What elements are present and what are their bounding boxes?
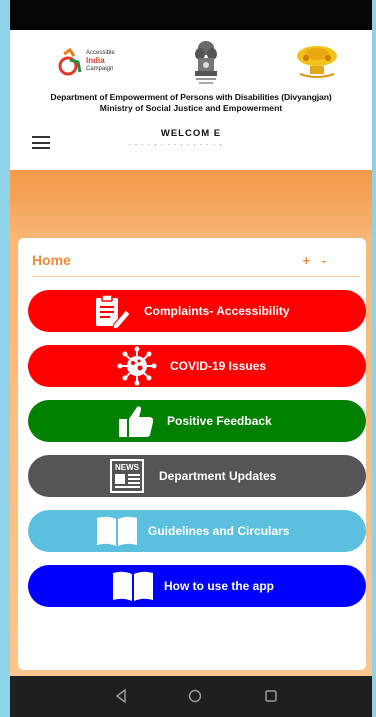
complaints-accessibility-button[interactable]: Complaints- Accessibility [28, 290, 366, 332]
svg-text:NEWS: NEWS [115, 463, 140, 472]
open-book-icon [110, 568, 156, 604]
national-emblem-logo [195, 41, 217, 84]
zoom-in-button[interactable]: + [302, 253, 310, 268]
how-to-use-app-button[interactable]: How to use the app [28, 565, 366, 607]
svg-text:India: India [86, 56, 105, 65]
accessible-india-campaign-logo: Accessible India Campaign [58, 47, 115, 76]
button-label: Complaints- Accessibility [144, 304, 290, 318]
department-name: Department of Empowerment of Persons wit… [50, 92, 332, 102]
title-divider [32, 276, 360, 277]
welcome-marquee: WELCOM E [160, 128, 222, 139]
phone-screen: Accessible India Campaign Department of … [10, 0, 372, 717]
button-label: COVID-19 Issues [170, 359, 267, 373]
covid-issues-button[interactable]: COVID-19 Issues [28, 345, 366, 387]
svg-text:Campaign: Campaign [86, 66, 113, 72]
thumbs-up-icon [116, 403, 156, 439]
clipboard-edit-icon [90, 292, 134, 330]
state-emblem-logo [297, 46, 337, 78]
app-header: Accessible India Campaign Department of … [10, 30, 372, 170]
guidelines-circulars-button[interactable]: Guidelines and Circulars [28, 510, 366, 552]
home-card: Home + - Complaints- Accessibility COVID… [18, 238, 366, 670]
status-bar [10, 0, 372, 30]
home-circle-icon[interactable] [188, 689, 202, 703]
department-updates-button[interactable]: NEWS Department Updates [28, 455, 366, 497]
virus-icon [116, 346, 158, 386]
recents-square-icon[interactable] [264, 689, 278, 703]
newspaper-icon: NEWS [106, 456, 148, 496]
zoom-out-button[interactable]: - [322, 253, 326, 268]
home-title: Home [32, 252, 71, 268]
open-book-icon [94, 513, 140, 549]
button-label: Positive Feedback [167, 414, 272, 428]
button-label: Department Updates [159, 469, 277, 483]
orange-background: Home + - Complaints- Accessibility COVID… [10, 170, 372, 676]
marquee-text-fragment: · · · · · · · · · · · · · · · [128, 141, 223, 149]
back-triangle-icon[interactable] [114, 689, 128, 703]
zoom-controls: + - [294, 253, 326, 268]
android-nav-bar [10, 676, 372, 717]
button-label: How to use the app [164, 579, 275, 593]
button-label: Guidelines and Circulars [148, 524, 290, 538]
ministry-name: Ministry of Social Justice and Empowerme… [99, 103, 283, 113]
positive-feedback-button[interactable]: Positive Feedback [28, 400, 366, 442]
